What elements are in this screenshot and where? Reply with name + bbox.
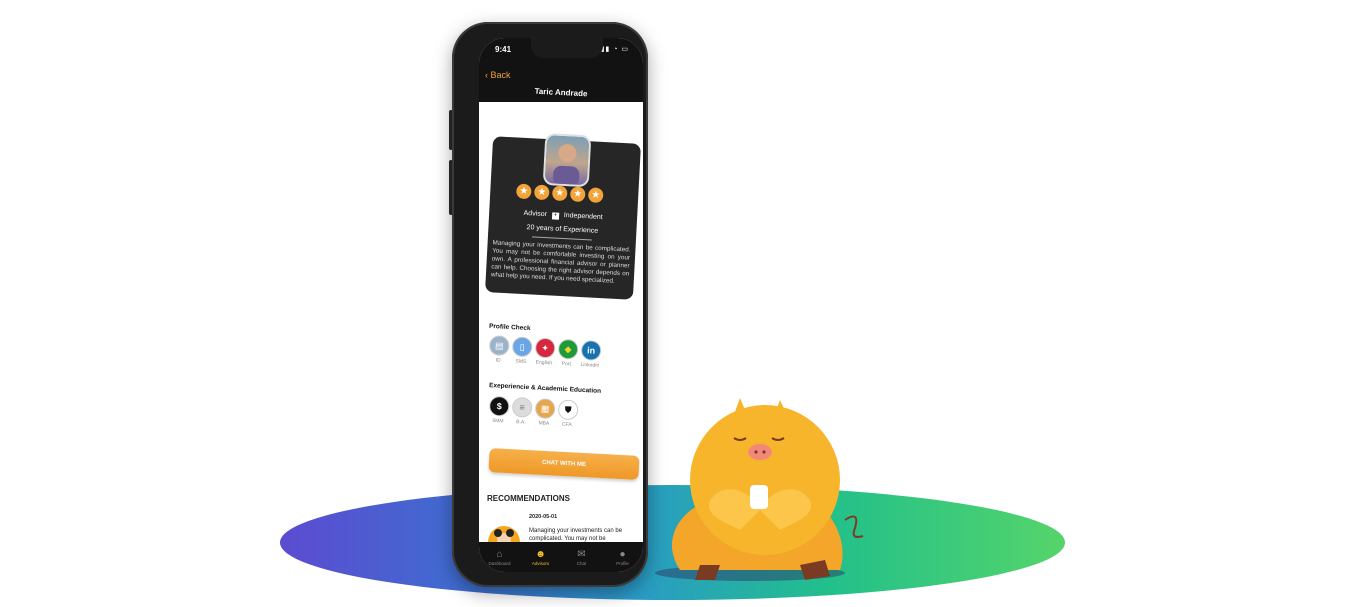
- tab-label: Profile: [616, 560, 629, 566]
- tab-advisors[interactable]: ☻ Advisors: [526, 549, 556, 566]
- tab-bar: ⌂ Dashboard ☻ Advisors ✉ Chat ● Profile: [479, 542, 643, 572]
- dollar-icon: $: [488, 395, 510, 417]
- phone-screen: 9:41 ▮▮ ◔ ▭ ‹ Back Taric Andrade ★ ★ ★ ★…: [479, 38, 643, 572]
- status-time: 9:41: [495, 45, 512, 54]
- chevron-left-icon: ‹: [485, 70, 488, 80]
- tab-dashboard[interactable]: ⌂ Dashboard: [485, 549, 515, 566]
- badge-label: SMS: [515, 358, 527, 366]
- sms-icon: ▯: [511, 336, 533, 358]
- badge-label: MBA: [538, 420, 550, 427]
- divider: [531, 236, 592, 241]
- recommender-avatar: [488, 526, 520, 542]
- people-icon: ☻: [535, 548, 546, 560]
- certificate-icon: ▦: [534, 398, 556, 420]
- advisor-card: ★ ★ ★ ★ ★ Advisor + Independent 20 years…: [485, 132, 641, 300]
- shield-icon: ⛊: [557, 399, 579, 421]
- phone-notch: [531, 38, 603, 58]
- tab-label: Chat: [576, 560, 587, 566]
- brazil-flag-icon: ◆: [557, 338, 579, 360]
- badge-cfa[interactable]: ⛊ CFA: [557, 399, 579, 429]
- star-icon: ★: [569, 186, 586, 203]
- role-label: Advisor: [523, 209, 548, 219]
- tab-label: Dashboard: [488, 560, 511, 566]
- recommendation-text: Managing your investments can be complic…: [529, 528, 623, 542]
- profile-check-title: Profile Check: [488, 322, 531, 333]
- badge-label: CFA: [561, 421, 572, 429]
- marketing-stage: 9:41 ▮▮ ◔ ▭ ‹ Back Taric Andrade ★ ★ ★ ★…: [0, 0, 1345, 607]
- badge-english[interactable]: ✦ English: [534, 337, 556, 367]
- badge-label: B.A.: [516, 419, 526, 426]
- recommendations-title: RECOMMENDATIONS: [487, 494, 570, 503]
- tab-label: Advisors: [531, 560, 550, 566]
- tab-chat[interactable]: ✉ Chat: [567, 549, 597, 566]
- badge-label: ID: [495, 357, 501, 364]
- star-icon: ★: [551, 185, 568, 202]
- badge-sms[interactable]: ▯ SMS: [511, 336, 533, 366]
- advisor-avatar: [542, 132, 592, 188]
- star-icon: ★: [515, 183, 532, 200]
- type-label: Independent: [563, 212, 603, 222]
- profile-content[interactable]: ★ ★ ★ ★ ★ Advisor + Independent 20 years…: [479, 102, 643, 542]
- advisor-photo: [553, 144, 580, 187]
- badge-label: 5MM: [492, 417, 504, 425]
- badge-portuguese[interactable]: ◆ Port.: [557, 338, 579, 368]
- education-title: Exeperiencie & Academic Education: [488, 382, 602, 395]
- back-button[interactable]: ‹ Back: [485, 70, 511, 80]
- education-badges: $ 5MM ≡ B.A. ▦ MBA ⛊ CFA: [488, 395, 579, 429]
- user-icon: ●: [619, 548, 626, 560]
- id-card-icon: ▤: [488, 335, 510, 357]
- profile-check-badges: ▤ ID ▯ SMS ✦ English ◆ Port. in Linkedin: [488, 335, 602, 369]
- badge-label: English: [535, 359, 553, 367]
- chat-with-me-button[interactable]: CHAT WITH ME: [488, 448, 640, 480]
- document-icon: ≡: [511, 396, 533, 418]
- back-label: Back: [490, 70, 511, 80]
- tab-profile[interactable]: ● Profile: [608, 549, 638, 566]
- recommender-photo: [494, 529, 514, 542]
- badge-label: Port.: [561, 360, 573, 368]
- advisor-description: Managing your investments can be complic…: [490, 239, 631, 285]
- recommendation-date: 2020-05-01: [529, 514, 558, 520]
- home-icon: ⌂: [496, 548, 503, 560]
- badge-mba[interactable]: ▦ MBA: [534, 398, 556, 427]
- signal-battery-icon: ▮▮ ◔ ▭: [600, 46, 629, 53]
- badge-linkedin[interactable]: in Linkedin: [580, 339, 602, 369]
- badge-ba[interactable]: ≡ B.A.: [511, 396, 533, 426]
- chat-icon: ✉: [577, 548, 586, 560]
- badge-label: Linkedin: [580, 361, 600, 369]
- nav-bar: ‹ Back Taric Andrade: [479, 58, 643, 102]
- rating-stars: ★ ★ ★ ★ ★: [515, 183, 604, 204]
- advisor-role: Advisor + Independent: [489, 208, 637, 224]
- star-icon: ★: [533, 184, 550, 201]
- canada-flag-icon: ✦: [534, 337, 556, 359]
- badge-5mm[interactable]: $ 5MM: [488, 395, 510, 425]
- plus-icon: +: [551, 212, 559, 220]
- linkedin-icon: in: [580, 339, 602, 361]
- pig-mascot-illustration: [655, 398, 864, 581]
- star-icon: ★: [587, 187, 604, 204]
- page-title: Taric Andrade: [534, 86, 588, 99]
- badge-id[interactable]: ▤ ID: [488, 335, 510, 364]
- experience-label: 20 years of Experience: [526, 224, 599, 235]
